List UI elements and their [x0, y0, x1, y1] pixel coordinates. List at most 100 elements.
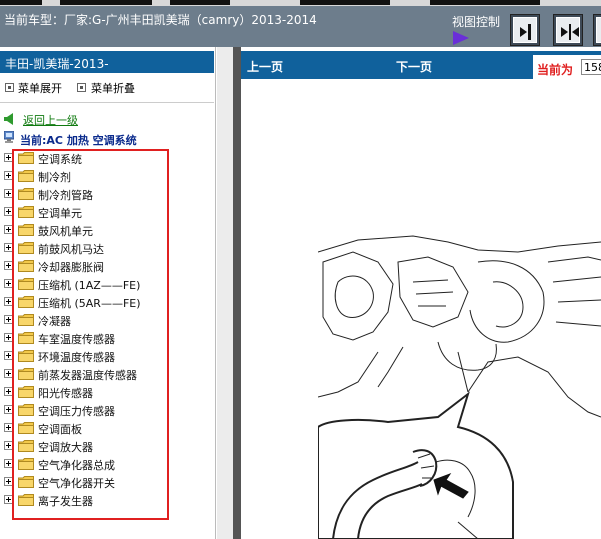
tree-item-label[interactable]: 制冷剂管路 [38, 187, 93, 203]
tree-item-label[interactable]: 前鼓风机马达 [38, 241, 104, 257]
tree-item-label[interactable]: 前蒸发器温度传感器 [38, 367, 137, 383]
current-page-box: 当前为 [533, 55, 601, 79]
folder-icon [18, 476, 34, 488]
tree-item-label[interactable]: 空气净化器总成 [38, 457, 115, 473]
back-link-label[interactable]: 返回上一级 [23, 112, 78, 128]
tree-item[interactable]: 空气净化器总成 [4, 455, 204, 473]
folder-icon [18, 404, 34, 416]
left-panel: 丰田-凯美瑞-2013- 菜单展开 菜单折叠 返回上一级 当前:AC 加热 空调… [0, 47, 216, 539]
tree-item-label[interactable]: 空调单元 [38, 205, 82, 221]
right-panel: 上一页 下一页 当前为 [241, 47, 601, 539]
folder-icon [18, 314, 34, 326]
prev-page-button[interactable]: 上一页 [247, 58, 283, 75]
tree-item-label[interactable]: 冷凝器 [38, 313, 71, 329]
expand-node-icon[interactable] [4, 351, 13, 360]
tree-item[interactable]: 车室温度传感器 [4, 329, 204, 347]
expand-node-icon[interactable] [4, 333, 13, 342]
folder-icon [18, 440, 34, 452]
folder-icon [18, 332, 34, 344]
tree-item[interactable]: 空调单元 [4, 203, 204, 221]
tree-item[interactable]: 空调面板 [4, 419, 204, 437]
expand-node-icon[interactable] [4, 225, 13, 234]
tree-item[interactable]: 压缩机 (5AR——FE) [4, 293, 204, 311]
tree-item-label[interactable]: 空气净化器开关 [38, 475, 115, 491]
expand-node-icon[interactable] [4, 405, 13, 414]
tree-item[interactable]: 离子发生器 [4, 491, 204, 509]
next-page-button[interactable]: 下一页 [396, 58, 432, 75]
double-page-icon [561, 24, 579, 40]
folder-icon [18, 386, 34, 398]
folder-icon [18, 458, 34, 470]
expand-node-icon[interactable] [4, 207, 13, 216]
tree-item-label[interactable]: 空调面板 [38, 421, 82, 437]
header-bar: 当前车型：厂家:G-广州丰田凯美瑞（camry）2013-2014 视图控制 [0, 6, 601, 47]
tree-item[interactable]: 压缩机 (1AZ——FE) [4, 275, 204, 293]
tree-item[interactable]: 前鼓风机马达 [4, 239, 204, 257]
tree-item-label[interactable]: 压缩机 (1AZ——FE) [38, 277, 140, 293]
expand-node-icon[interactable] [4, 387, 13, 396]
expand-menu-icon[interactable] [5, 83, 14, 92]
collapse-menu-button[interactable]: 菜单折叠 [91, 80, 135, 96]
folder-icon [18, 278, 34, 290]
tree-item[interactable]: 空气净化器开关 [4, 473, 204, 491]
tree-item-label[interactable]: 鼓风机单元 [38, 223, 93, 239]
tree-item-label[interactable]: 车室温度传感器 [38, 331, 115, 347]
expand-node-icon[interactable] [4, 495, 13, 504]
tree-item-label[interactable]: 压缩机 (5AR——FE) [38, 295, 141, 311]
expand-node-icon[interactable] [4, 189, 13, 198]
tree-item-label[interactable]: 空调放大器 [38, 439, 93, 455]
folder-icon [18, 368, 34, 380]
tree-item-label[interactable]: 环境温度传感器 [38, 349, 115, 365]
tree-item-label[interactable]: 冷却器膨胀阀 [38, 259, 104, 275]
page-nav-bar: 上一页 下一页 当前为 [241, 51, 601, 79]
tree-item[interactable]: 前蒸发器温度传感器 [4, 365, 204, 383]
tree-item[interactable]: 冷凝器 [4, 311, 204, 329]
expand-node-icon[interactable] [4, 171, 13, 180]
single-page-view-button[interactable] [510, 14, 540, 46]
folder-icon [18, 206, 34, 218]
current-page-input[interactable] [581, 59, 601, 75]
expand-node-icon[interactable] [4, 369, 13, 378]
panel-splitter[interactable] [233, 47, 241, 539]
tree-item[interactable]: 环境温度传感器 [4, 347, 204, 365]
tree-item[interactable]: 空调系统 [4, 149, 204, 167]
view-control-label: 视图控制 [452, 15, 501, 29]
folder-icon [18, 224, 34, 236]
tree-item[interactable]: 空调放大器 [4, 437, 204, 455]
tree-item-label[interactable]: 空调系统 [38, 151, 82, 167]
expand-node-icon[interactable] [4, 459, 13, 468]
tree-item[interactable]: 阳光传感器 [4, 383, 204, 401]
tree-item[interactable]: 空调压力传感器 [4, 401, 204, 419]
expand-node-icon[interactable] [4, 315, 13, 324]
computer-icon [4, 131, 14, 143]
expand-node-icon[interactable] [4, 423, 13, 432]
collapse-menu-icon[interactable] [77, 83, 86, 92]
tree-item-label[interactable]: 离子发生器 [38, 493, 93, 509]
view-control-arrow-icon [453, 31, 469, 45]
expand-node-icon[interactable] [4, 441, 13, 450]
current-page-label: 当前为 [537, 63, 574, 77]
tree-item[interactable]: 冷却器膨胀阀 [4, 257, 204, 275]
folder-icon [18, 350, 34, 362]
tree-item[interactable]: 制冷剂管路 [4, 185, 204, 203]
tree-item[interactable]: 制冷剂 [4, 167, 204, 185]
panel-gutter [217, 47, 233, 539]
double-page-view-button[interactable] [553, 14, 583, 46]
extra-view-button[interactable] [593, 14, 601, 46]
folder-icon [18, 242, 34, 254]
tree-item[interactable]: 鼓风机单元 [4, 221, 204, 239]
tree-item-label[interactable]: 阳光传感器 [38, 385, 93, 401]
folder-icon [18, 188, 34, 200]
single-page-icon [520, 24, 531, 40]
expand-node-icon[interactable] [4, 153, 13, 162]
expand-node-icon[interactable] [4, 477, 13, 486]
expand-node-icon[interactable] [4, 297, 13, 306]
expand-node-icon[interactable] [4, 279, 13, 288]
expand-menu-button[interactable]: 菜单展开 [18, 80, 62, 96]
tree-item-label[interactable]: 制冷剂 [38, 169, 71, 185]
expand-node-icon[interactable] [4, 261, 13, 270]
current-location-label: 当前:AC 加热 空调系统 [20, 134, 137, 147]
tree-item-label[interactable]: 空调压力传感器 [38, 403, 115, 419]
menu-tree: 空调系统制冷剂制冷剂管路空调单元鼓风机单元前鼓风机马达 冷却器膨胀阀压缩机 (1A… [4, 149, 204, 509]
expand-node-icon[interactable] [4, 243, 13, 252]
